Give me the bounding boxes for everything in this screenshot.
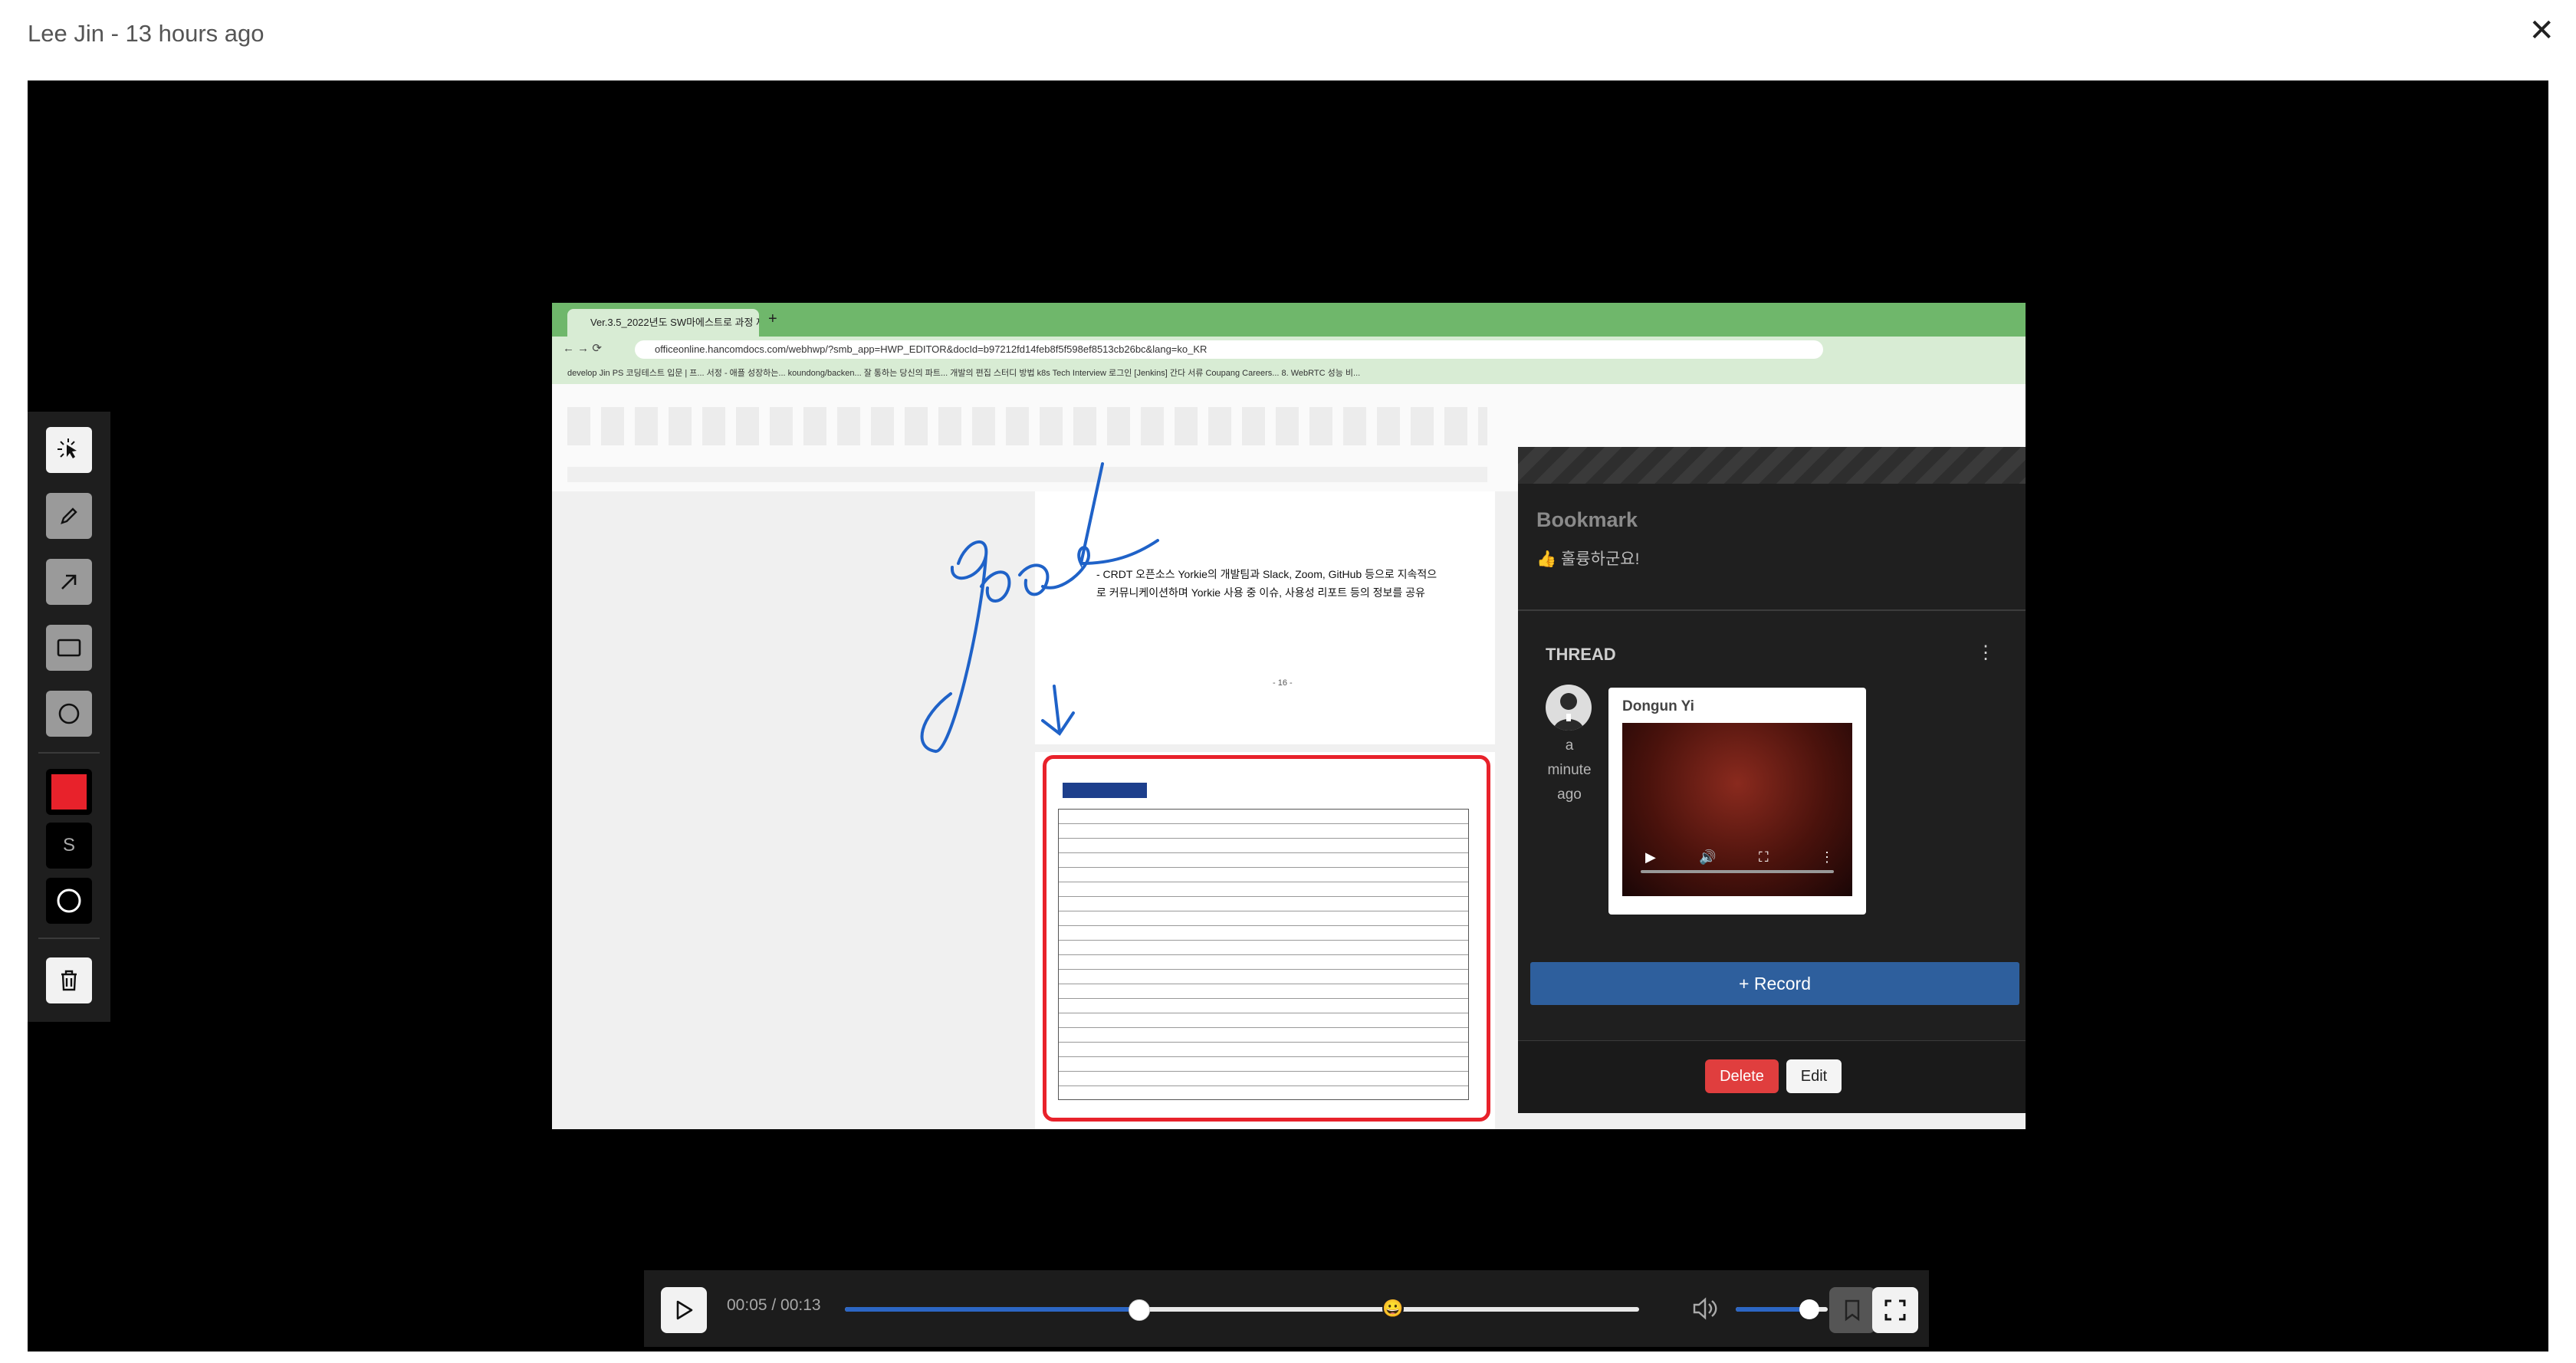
bookmark-icon[interactable] bbox=[1829, 1287, 1875, 1333]
seek-bar[interactable]: 😀 bbox=[845, 1298, 1639, 1321]
stroke-style-button[interactable] bbox=[46, 878, 92, 924]
volume-level bbox=[1736, 1307, 1809, 1312]
arrow-icon[interactable] bbox=[46, 559, 92, 605]
record-button[interactable]: + Record bbox=[1530, 962, 2019, 1005]
panel-divider bbox=[1518, 609, 2026, 611]
bookmark-panel: Bookmark 👍 훌륭하군요! THREAD ⋮ a minute ago … bbox=[1518, 447, 2026, 1113]
rectangle-icon[interactable] bbox=[46, 625, 92, 671]
panel-actions: Delete Edit bbox=[1518, 1040, 2026, 1113]
circle-icon[interactable] bbox=[46, 691, 92, 737]
play-button[interactable] bbox=[661, 1287, 707, 1333]
seek-handle[interactable] bbox=[1129, 1299, 1151, 1321]
time-display: 00:05 / 00:13 bbox=[727, 1296, 821, 1314]
recording-title: Lee Jin - 13 hours ago bbox=[28, 20, 264, 47]
toolbar-divider bbox=[38, 938, 100, 939]
volume-handle[interactable] bbox=[1799, 1299, 1819, 1319]
bookmark-title: Bookmark bbox=[1536, 508, 1638, 531]
thread-menu-icon[interactable]: ⋮ bbox=[1976, 642, 1995, 664]
video-stage: S Ver.3.5_2022년도 SW마에스트로 과정 제1... + ← → … bbox=[28, 80, 2548, 1352]
avatar bbox=[1546, 685, 1592, 731]
video-comment-card: Dongun Yi ▶ 🔊 ⛶ ⋮ bbox=[1608, 688, 1866, 915]
close-icon[interactable]: ✕ bbox=[2528, 15, 2555, 46]
video-play-icon[interactable]: ▶ bbox=[1645, 849, 1656, 865]
size-button[interactable]: S bbox=[46, 823, 92, 869]
video-fullscreen-icon[interactable]: ⛶ bbox=[1759, 849, 1769, 865]
comment-video[interactable]: ▶ 🔊 ⛶ ⋮ bbox=[1622, 723, 1852, 896]
toolbar-divider bbox=[38, 752, 100, 754]
video-progress-bar[interactable] bbox=[1641, 870, 1834, 873]
fullscreen-icon[interactable] bbox=[1872, 1287, 1918, 1333]
comment-time: a minute ago bbox=[1547, 737, 1592, 803]
color-picker[interactable] bbox=[46, 769, 92, 815]
bookmark-marker[interactable]: 😀 bbox=[1382, 1298, 1404, 1319]
size-label: S bbox=[62, 835, 75, 856]
screen-capture: Ver.3.5_2022년도 SW마에스트로 과정 제1... + ← → ⟳ … bbox=[552, 303, 2026, 1129]
pencil-icon[interactable] bbox=[46, 493, 92, 539]
bookmark-description: 👍 훌륭하군요! bbox=[1536, 550, 1640, 568]
delete-button[interactable]: Delete bbox=[1705, 1059, 1779, 1093]
trash-icon[interactable] bbox=[46, 957, 92, 1003]
thread-label: THREAD bbox=[1546, 645, 1616, 664]
drawing-toolbar: S bbox=[28, 412, 110, 1022]
volume-icon[interactable] bbox=[1690, 1293, 1720, 1324]
volume-slider[interactable] bbox=[1736, 1299, 1828, 1319]
player-controls: 00:05 / 00:13 😀 bbox=[644, 1270, 1929, 1347]
video-more-icon[interactable]: ⋮ bbox=[1820, 849, 1834, 865]
video-volume-icon[interactable]: 🔊 bbox=[1699, 849, 1716, 865]
select-tool-icon[interactable] bbox=[46, 427, 92, 473]
panel-header-stripe bbox=[1518, 447, 2026, 484]
color-swatch bbox=[51, 774, 87, 810]
seek-progress bbox=[845, 1307, 1139, 1312]
edit-button[interactable]: Edit bbox=[1786, 1059, 1842, 1093]
comment-author: Dongun Yi bbox=[1622, 698, 1694, 714]
